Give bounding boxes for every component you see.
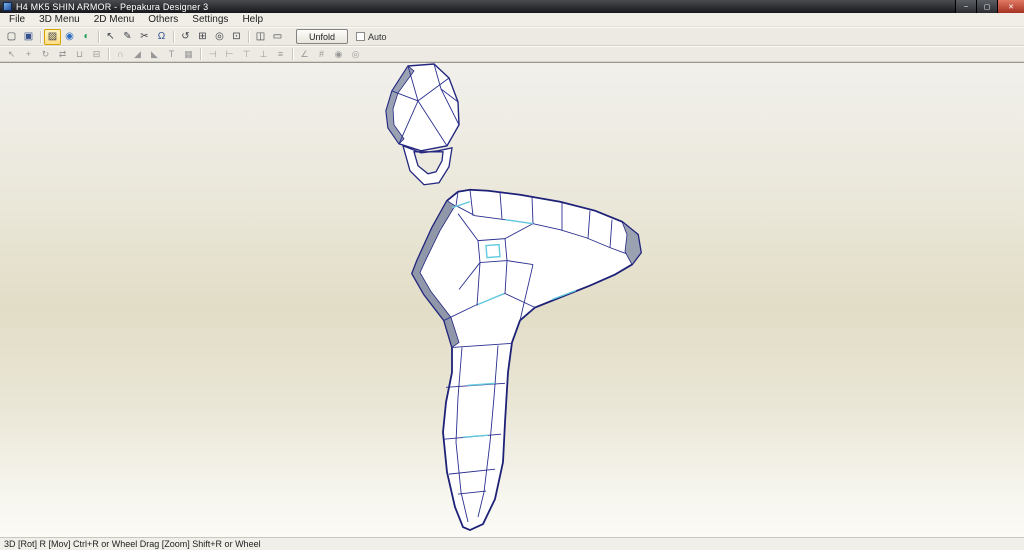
text-tool-icon[interactable]: T — [163, 47, 180, 61]
fit-view-icon[interactable]: ⊡ — [228, 29, 245, 45]
3d-viewport[interactable] — [0, 62, 1024, 537]
toolbar-separator — [108, 48, 109, 60]
window-controls: – ▢ ✕ — [955, 0, 1024, 13]
measure-icon[interactable]: ∠ — [296, 47, 313, 61]
toolbar-main: ▢ ▣ ▨ ◉ ◐ ↖ ✎ ✂ Ω ↺ ⊞ ◎ ⊡ ◫ ▭ Unfold Aut… — [0, 27, 1024, 46]
menu-others[interactable]: Others — [141, 13, 185, 27]
window-title: H4 MK5 SHIN ARMOR - Pepakura Designer 3 — [16, 1, 209, 12]
titlebar: H4 MK5 SHIN ARMOR - Pepakura Designer 3 … — [0, 0, 1024, 13]
toolbar-separator — [248, 30, 249, 43]
align-right-icon[interactable]: ⊢ — [221, 47, 238, 61]
flip-part-icon[interactable]: ⇄ — [54, 47, 71, 61]
toolbar-separator — [173, 30, 174, 43]
rotate-part-icon[interactable]: ↻ — [37, 47, 54, 61]
zoom-2d-icon[interactable]: ◎ — [347, 47, 364, 61]
model-small-hook — [402, 144, 453, 186]
minimize-button[interactable]: – — [955, 0, 976, 13]
grid-icon[interactable]: # — [313, 47, 330, 61]
align-bottom-icon[interactable]: ⊥ — [255, 47, 272, 61]
statusbar: 3D [Rot] R [Mov] Ctrl+R or Wheel Drag [Z… — [0, 537, 1024, 550]
select-tool-icon[interactable]: ↖ — [102, 29, 119, 45]
pen-tool-icon[interactable]: ✎ — [119, 29, 136, 45]
scissors-tool-icon[interactable]: ✂ — [136, 29, 153, 45]
edge-join-icon[interactable]: ∩ — [112, 47, 129, 61]
rotate-view-icon[interactable]: ↺ — [177, 29, 194, 45]
layout-full-icon[interactable]: ▭ — [269, 29, 286, 45]
shaded-view-icon[interactable]: ◉ — [61, 29, 78, 45]
snap-icon[interactable]: ◉ — [330, 47, 347, 61]
image-tool-icon[interactable]: ▦ — [180, 47, 197, 61]
toolbar-separator — [200, 48, 201, 60]
smooth-view-icon[interactable]: ◐ — [78, 29, 95, 45]
remove-flap-icon[interactable]: ◣ — [146, 47, 163, 61]
move-part-icon[interactable]: + — [20, 47, 37, 61]
toolbar-separator — [98, 30, 99, 43]
3d-model — [385, 63, 642, 531]
pan-view-icon[interactable]: ⊞ — [194, 29, 211, 45]
save-icon[interactable]: ▣ — [20, 29, 37, 45]
menu-file[interactable]: File — [2, 13, 32, 27]
align-left-icon[interactable]: ⊣ — [204, 47, 221, 61]
toolbar-separator — [40, 30, 41, 43]
toolbar-2d: ↖ + ↻ ⇄ ⊔ ⊟ ∩ ◢ ◣ T ▦ ⊣ ⊢ ⊤ ⊥ ≡ ∠ # ◉ ◎ — [0, 46, 1024, 62]
divide-part-icon[interactable]: ⊟ — [88, 47, 105, 61]
app-icon — [3, 2, 12, 11]
menu-2d[interactable]: 2D Menu — [87, 13, 142, 27]
join-parts-icon[interactable]: ⊔ — [71, 47, 88, 61]
select-part-icon[interactable]: ↖ — [3, 47, 20, 61]
toolbar-separator — [292, 48, 293, 60]
align-top-icon[interactable]: ⊤ — [238, 47, 255, 61]
close-button[interactable]: ✕ — [997, 0, 1024, 13]
auto-label: Auto — [368, 31, 387, 42]
status-text: 3D [Rot] R [Mov] Ctrl+R or Wheel Drag [Z… — [4, 539, 261, 549]
model-large-piece — [411, 188, 642, 531]
unfold-button[interactable]: Unfold — [296, 29, 349, 44]
layout-split-icon[interactable]: ◫ — [252, 29, 269, 45]
menubar: File 3D Menu 2D Menu Others Settings Hel… — [0, 13, 1024, 27]
auto-checkbox[interactable] — [356, 32, 366, 41]
zoom-view-icon[interactable]: ◎ — [211, 29, 228, 45]
add-flap-icon[interactable]: ◢ — [129, 47, 146, 61]
menu-3d[interactable]: 3D Menu — [32, 13, 87, 27]
distribute-icon[interactable]: ≡ — [272, 47, 289, 61]
auto-option: Auto — [356, 32, 387, 42]
new-file-icon[interactable]: ▢ — [3, 29, 20, 45]
texture-mode-icon[interactable]: ▨ — [44, 28, 61, 45]
maximize-button[interactable]: ▢ — [976, 0, 997, 13]
menu-help[interactable]: Help — [235, 13, 270, 27]
magnet-tool-icon[interactable]: Ω — [153, 29, 170, 45]
menu-settings[interactable]: Settings — [185, 13, 235, 27]
